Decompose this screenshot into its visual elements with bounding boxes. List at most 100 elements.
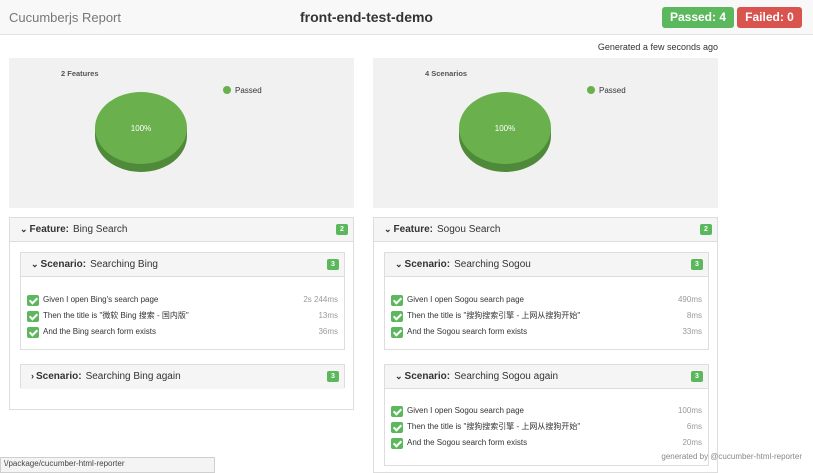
check-icon <box>391 327 403 338</box>
step-row: Given I open Bing's search page 2s 244ms <box>27 294 338 308</box>
check-icon <box>27 311 39 322</box>
chart-legend[interactable]: Passed <box>587 86 626 95</box>
scenario-count-badge: 3 <box>327 259 339 270</box>
step-row: Then the title is "搜狗搜索引擎 - 上网从搜狗开始" 6ms <box>391 421 702 435</box>
check-icon <box>27 327 39 338</box>
scenario-name: Searching Sogou again <box>454 371 559 382</box>
scenario-keyword: Scenario: <box>404 259 451 270</box>
feature-header[interactable]: ⌄ Feature: Bing Search 2 <box>10 218 353 242</box>
feature-title: ⌄ Feature: Bing Search <box>20 224 127 235</box>
step-text: Then the title is "搜狗搜索引擎 - 上网从搜狗开始" <box>407 422 581 431</box>
scenario-title: › Scenario: Searching Bing again <box>31 371 181 382</box>
check-icon <box>391 438 403 449</box>
failed-badge[interactable]: Failed: 0 <box>737 7 802 28</box>
step-text: And the Sogou search form exists <box>407 327 528 336</box>
scenario-header[interactable]: › Scenario: Searching Bing again 3 <box>21 365 344 389</box>
legend-passed-swatch <box>223 86 231 94</box>
scenario-count-badge: 3 <box>691 259 703 270</box>
scenario-header[interactable]: ⌄ Scenario: Searching Sogou 3 <box>385 253 708 277</box>
feature-keyword: Feature: <box>393 224 433 235</box>
feature-panel-bing: ⌄ Feature: Bing Search 2 ⌄ Scenario: Searchi… <box>9 217 354 410</box>
scenario-panel: ⌄ Scenario: Searching Sogou 3 Given I open… <box>384 252 709 350</box>
feature-title: ⌄ Feature: Sogou Search <box>384 224 500 235</box>
chevron-down-icon: ⌄ <box>395 259 403 269</box>
scenario-name: Searching Bing <box>90 259 158 270</box>
generated-timestamp: Generated a few seconds ago <box>597 42 718 52</box>
chart-title: 2 Features <box>61 69 99 78</box>
chevron-down-icon: ⌄ <box>31 259 39 269</box>
scenario-panel: ⌄ Scenario: Searching Bing 3 Given I open … <box>20 252 345 350</box>
step-duration: 2s 244ms <box>303 295 338 304</box>
scenario-keyword: Scenario: <box>40 259 87 270</box>
project-title: front-end-test-demo <box>300 9 433 25</box>
step-duration: 8ms <box>686 311 702 320</box>
scenario-title: ⌄ Scenario: Searching Sogou <box>395 259 531 270</box>
footer-credit: generated by @cucumber-html-reporter <box>661 452 802 461</box>
scenario-keyword: Scenario: <box>36 371 82 382</box>
step-duration: 36ms <box>318 327 338 336</box>
pie-percent-label: 100% <box>131 124 151 133</box>
features-chart-panel: 2 Features Passed 100% <box>9 58 354 208</box>
step-duration: 490ms <box>677 295 702 304</box>
feature-name: Bing Search <box>73 224 128 235</box>
app-title[interactable]: Cucumberjs Report <box>9 10 121 25</box>
step-row: Then the title is "搜狗搜索引擎 - 上网从搜狗开始" 8ms <box>391 310 702 324</box>
check-icon <box>391 422 403 433</box>
step-text: Given I open Sogou search page <box>407 406 524 415</box>
step-text: Then the title is "微软 Bing 搜索 - 国内版" <box>43 311 189 320</box>
chart-title: 4 Scenarios <box>425 69 468 78</box>
check-icon <box>391 406 403 417</box>
scenario-count-badge: 3 <box>327 371 339 382</box>
scenario-header[interactable]: ⌄ Scenario: Searching Sogou again 3 <box>385 365 708 389</box>
feature-header[interactable]: ⌄ Feature: Sogou Search 2 <box>374 218 717 242</box>
step-row: Given I open Sogou search page 100ms <box>391 405 702 419</box>
step-duration: 13ms <box>318 311 338 320</box>
scenario-keyword: Scenario: <box>404 371 451 382</box>
scenario-name: Searching Bing again <box>85 371 181 382</box>
legend-label: Passed <box>599 86 626 95</box>
check-icon <box>27 295 39 306</box>
check-icon <box>391 295 403 306</box>
step-text: Given I open Bing's search page <box>43 295 159 304</box>
passed-badge[interactable]: Passed: 4 <box>662 7 734 28</box>
chevron-right-icon: › <box>31 371 34 381</box>
chart-legend[interactable]: Passed <box>223 86 262 95</box>
header-bar: Cucumberjs Report front-end-test-demo Pa… <box>0 0 813 35</box>
features-pie-chart[interactable]: 100% <box>89 88 193 178</box>
step-text: Given I open Sogou search page <box>407 295 524 304</box>
step-text: And the Bing search form exists <box>43 327 156 336</box>
step-duration: 6ms <box>686 422 702 431</box>
chevron-down-icon: ⌄ <box>384 224 392 234</box>
step-duration: 33ms <box>682 327 702 336</box>
feature-count-badge: 2 <box>336 224 348 235</box>
check-icon <box>391 311 403 322</box>
chevron-down-icon: ⌄ <box>20 224 28 234</box>
scenario-panel: › Scenario: Searching Bing again 3 <box>20 364 345 389</box>
step-row: And the Sogou search form exists 20ms <box>391 437 702 451</box>
feature-panel-sogou: ⌄ Feature: Sogou Search 2 ⌄ Scenario: Search… <box>373 217 718 473</box>
scenario-name: Searching Sogou <box>454 259 531 270</box>
scenarios-pie-chart[interactable]: 100% <box>453 88 557 178</box>
step-text: And the Sogou search form exists <box>407 438 528 447</box>
step-row: Then the title is "微软 Bing 搜索 - 国内版" 13ms <box>27 310 338 324</box>
step-text: Then the title is "搜狗搜索引擎 - 上网从搜狗开始" <box>407 311 581 320</box>
feature-name: Sogou Search <box>437 224 501 235</box>
feature-count-badge: 2 <box>700 224 712 235</box>
status-bar-url: \/package/cucumber-html-reporter <box>0 457 215 473</box>
step-duration: 100ms <box>677 406 702 415</box>
scenarios-chart-panel: 4 Scenarios Passed 100% <box>373 58 718 208</box>
scenario-panel: ⌄ Scenario: Searching Sogou again 3 Given … <box>384 364 709 466</box>
pie-percent-label: 100% <box>495 124 515 133</box>
legend-label: Passed <box>235 86 262 95</box>
step-row: And the Sogou search form exists 33ms <box>391 326 702 340</box>
chevron-down-icon: ⌄ <box>395 371 403 381</box>
step-duration: 20ms <box>682 438 702 447</box>
step-row: And the Bing search form exists 36ms <box>27 326 338 340</box>
scenario-title: ⌄ Scenario: Searching Bing <box>31 259 158 270</box>
feature-keyword: Feature: <box>29 224 69 235</box>
scenario-count-badge: 3 <box>691 371 703 382</box>
scenario-title: ⌄ Scenario: Searching Sogou again <box>395 371 558 382</box>
step-row: Given I open Sogou search page 490ms <box>391 294 702 308</box>
legend-passed-swatch <box>587 86 595 94</box>
scenario-header[interactable]: ⌄ Scenario: Searching Bing 3 <box>21 253 344 277</box>
